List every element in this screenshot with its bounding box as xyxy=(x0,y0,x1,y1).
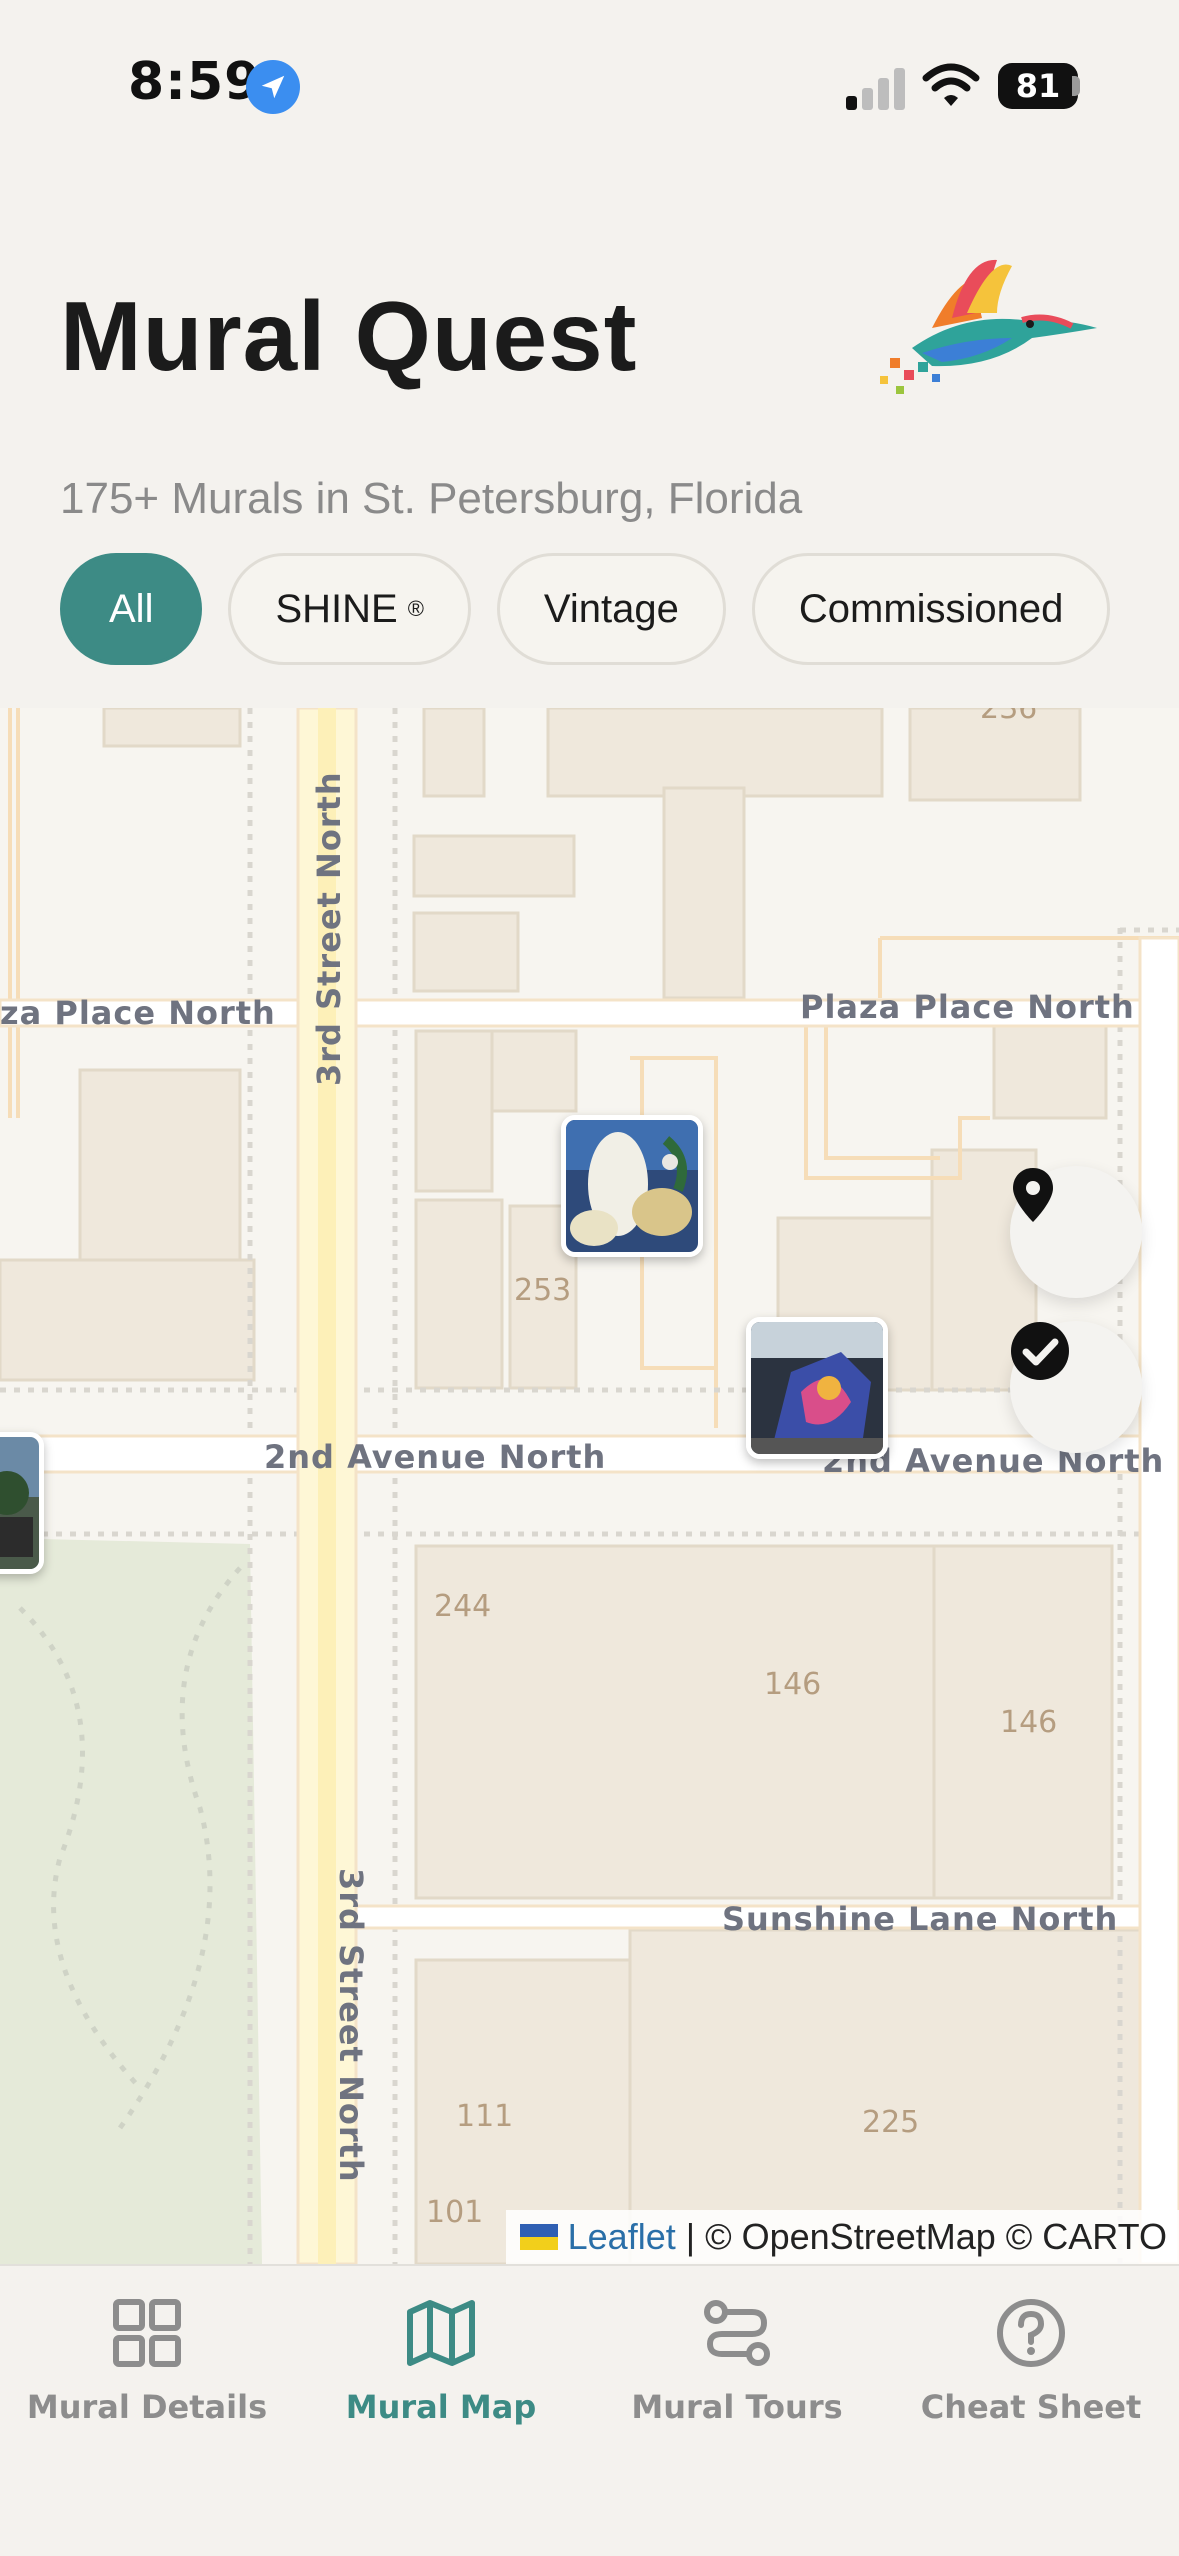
map-attribution: Leaflet | © OpenStreetMap © CARTO xyxy=(505,2210,1179,2264)
battery-tip xyxy=(1072,76,1080,96)
map-pin-icon xyxy=(1013,1168,1053,1222)
locate-button[interactable] xyxy=(1010,1166,1142,1298)
chip-label: SHINE xyxy=(275,586,398,631)
status-bar: 8:59 81 xyxy=(0,0,1179,175)
street-label-plaza-right: Plaza Place North xyxy=(800,988,1135,1026)
house-number: 146 xyxy=(764,1667,821,1702)
tab-cheat-sheet[interactable]: Cheat Sheet xyxy=(901,2298,1161,2426)
street-label-3rd-lower: 3rd Street North xyxy=(332,1868,370,2183)
ukraine-flag-icon xyxy=(519,2224,558,2250)
filter-commissioned-chip[interactable]: Commissioned xyxy=(751,553,1111,665)
map-icon xyxy=(407,2300,475,2366)
mural-marker[interactable] xyxy=(746,1317,888,1459)
tab-mural-map[interactable]: Mural Map xyxy=(311,2298,571,2426)
tab-label: Cheat Sheet xyxy=(920,2388,1142,2426)
chip-label: Vintage xyxy=(543,586,679,631)
tab-bar: Mural Details Mural Map Mural Tours Chea… xyxy=(0,2264,1179,2556)
mural-thumbnail-image xyxy=(566,1120,698,1252)
filter-vintage-chip[interactable]: Vintage xyxy=(496,553,726,665)
map-tiles: 3rd Street North 3rd Street North za Pla… xyxy=(0,708,1179,2264)
street-label-3rd-upper: 3rd Street North xyxy=(310,771,348,1086)
house-number: 111 xyxy=(456,2099,513,2134)
attribution-text: | © OpenStreetMap © CARTO xyxy=(685,2216,1167,2257)
filter-chips: All SHINE ® Vintage Commissioned xyxy=(60,553,1111,665)
status-time: 8:59 xyxy=(128,52,262,112)
tab-label: Mural Map xyxy=(345,2388,537,2426)
route-icon xyxy=(704,2300,770,2366)
location-arrow-icon xyxy=(246,60,300,114)
leaflet-link[interactable]: Leaflet xyxy=(568,2216,676,2258)
house-number: 225 xyxy=(862,2105,919,2140)
mural-map[interactable]: 3rd Street North 3rd Street North za Pla… xyxy=(0,708,1179,2264)
mural-marker[interactable] xyxy=(0,1432,44,1574)
chip-label: Commissioned xyxy=(798,586,1064,631)
tab-label: Mural Details xyxy=(26,2388,268,2426)
tab-mural-tours[interactable]: Mural Tours xyxy=(607,2298,867,2426)
subtitle: 175+ Murals in St. Petersburg, Florida xyxy=(60,474,803,523)
house-number: 101 xyxy=(426,2195,483,2230)
cellular-signal-icon xyxy=(846,66,906,110)
battery-indicator: 81 xyxy=(998,63,1078,109)
mural-marker[interactable] xyxy=(561,1115,703,1257)
filter-all-chip[interactable]: All xyxy=(60,553,203,665)
check-circle-icon xyxy=(1011,1322,1069,1380)
app-title: Mural Quest xyxy=(60,281,638,391)
mural-thumbnail-image xyxy=(751,1322,883,1454)
street-label-sunshine: Sunshine Lane North xyxy=(722,1900,1118,1938)
house-number: 236 xyxy=(980,708,1037,726)
pelican-logo-icon xyxy=(872,258,1100,396)
tab-mural-details[interactable]: Mural Details xyxy=(17,2298,277,2426)
street-label-plaza-left: za Place North xyxy=(0,994,276,1032)
street-label-2nd-left: 2nd Avenue North xyxy=(264,1438,606,1476)
registered-mark: ® xyxy=(407,596,424,621)
wifi-icon xyxy=(922,62,980,110)
house-number: 253 xyxy=(514,1273,571,1308)
grid-icon xyxy=(113,2299,181,2367)
help-icon xyxy=(997,2299,1065,2367)
tab-label: Mural Tours xyxy=(631,2388,843,2426)
house-number: 244 xyxy=(434,1589,491,1624)
filter-shine-chip[interactable]: SHINE ® xyxy=(228,553,471,665)
mural-thumbnail-image xyxy=(0,1437,39,1569)
chip-label: All xyxy=(109,586,154,631)
house-number: 146 xyxy=(1000,1705,1057,1740)
visited-filter-button[interactable] xyxy=(1010,1321,1142,1453)
